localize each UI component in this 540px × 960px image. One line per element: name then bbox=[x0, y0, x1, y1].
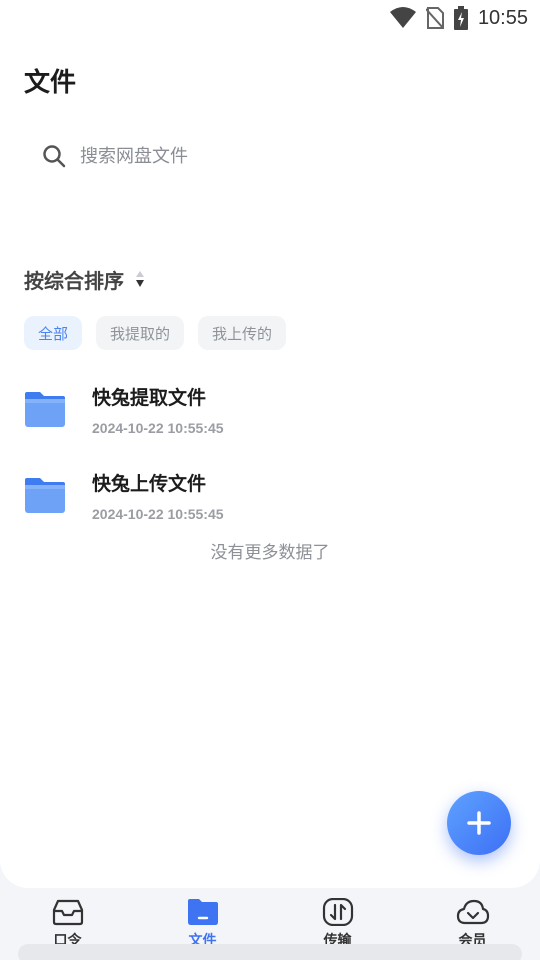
plus-icon bbox=[467, 811, 491, 835]
page-title: 文件 bbox=[24, 68, 77, 98]
file-name: 快兔提取文件 bbox=[92, 386, 207, 409]
folder-icon bbox=[25, 478, 65, 513]
sort-selector[interactable]: 按综合排序 bbox=[24, 264, 146, 294]
status-time: 10:55 bbox=[477, 6, 528, 29]
status-bar: 10:55 bbox=[0, 0, 540, 36]
folder-icon bbox=[25, 392, 65, 427]
search-icon bbox=[43, 145, 66, 168]
wifi-icon bbox=[389, 7, 416, 28]
inbox-icon bbox=[52, 899, 83, 926]
sort-label: 按综合排序 bbox=[24, 268, 124, 293]
no-sim-icon bbox=[425, 7, 444, 29]
add-button[interactable] bbox=[447, 791, 511, 855]
list-item[interactable]: 快兔提取文件 2024-10-22 10:55:45 bbox=[0, 366, 540, 452]
filter-chips: 全部 我提取的 我上传的 bbox=[24, 316, 287, 350]
cloud-icon bbox=[456, 899, 489, 925]
list-item[interactable]: 快兔上传文件 2024-10-22 10:55:45 bbox=[0, 452, 540, 538]
transfer-icon bbox=[322, 898, 353, 926]
file-date: 2024-10-22 10:55:45 bbox=[92, 419, 224, 436]
file-date: 2024-10-22 10:55:45 bbox=[92, 505, 224, 522]
file-name: 快兔上传文件 bbox=[92, 472, 207, 495]
search-input[interactable] bbox=[80, 145, 460, 167]
gesture-bar bbox=[18, 944, 522, 960]
sort-caret-icon bbox=[136, 271, 144, 287]
folder-icon bbox=[187, 899, 218, 925]
filter-chip-extracted[interactable]: 我提取的 bbox=[96, 316, 185, 350]
filter-chip-all[interactable]: 全部 bbox=[24, 316, 83, 350]
battery-charging-icon bbox=[453, 6, 468, 30]
main-panel: 文件 按综合排序 全部 我提取的 我上传的 快兔提取文件 2024-10- bbox=[0, 36, 540, 888]
file-list: 快兔提取文件 2024-10-22 10:55:45 快兔上传文件 2024-1… bbox=[0, 366, 540, 538]
filter-chip-uploaded[interactable]: 我上传的 bbox=[198, 316, 287, 350]
empty-hint: 没有更多数据了 bbox=[210, 543, 330, 563]
search-box[interactable] bbox=[24, 124, 516, 188]
